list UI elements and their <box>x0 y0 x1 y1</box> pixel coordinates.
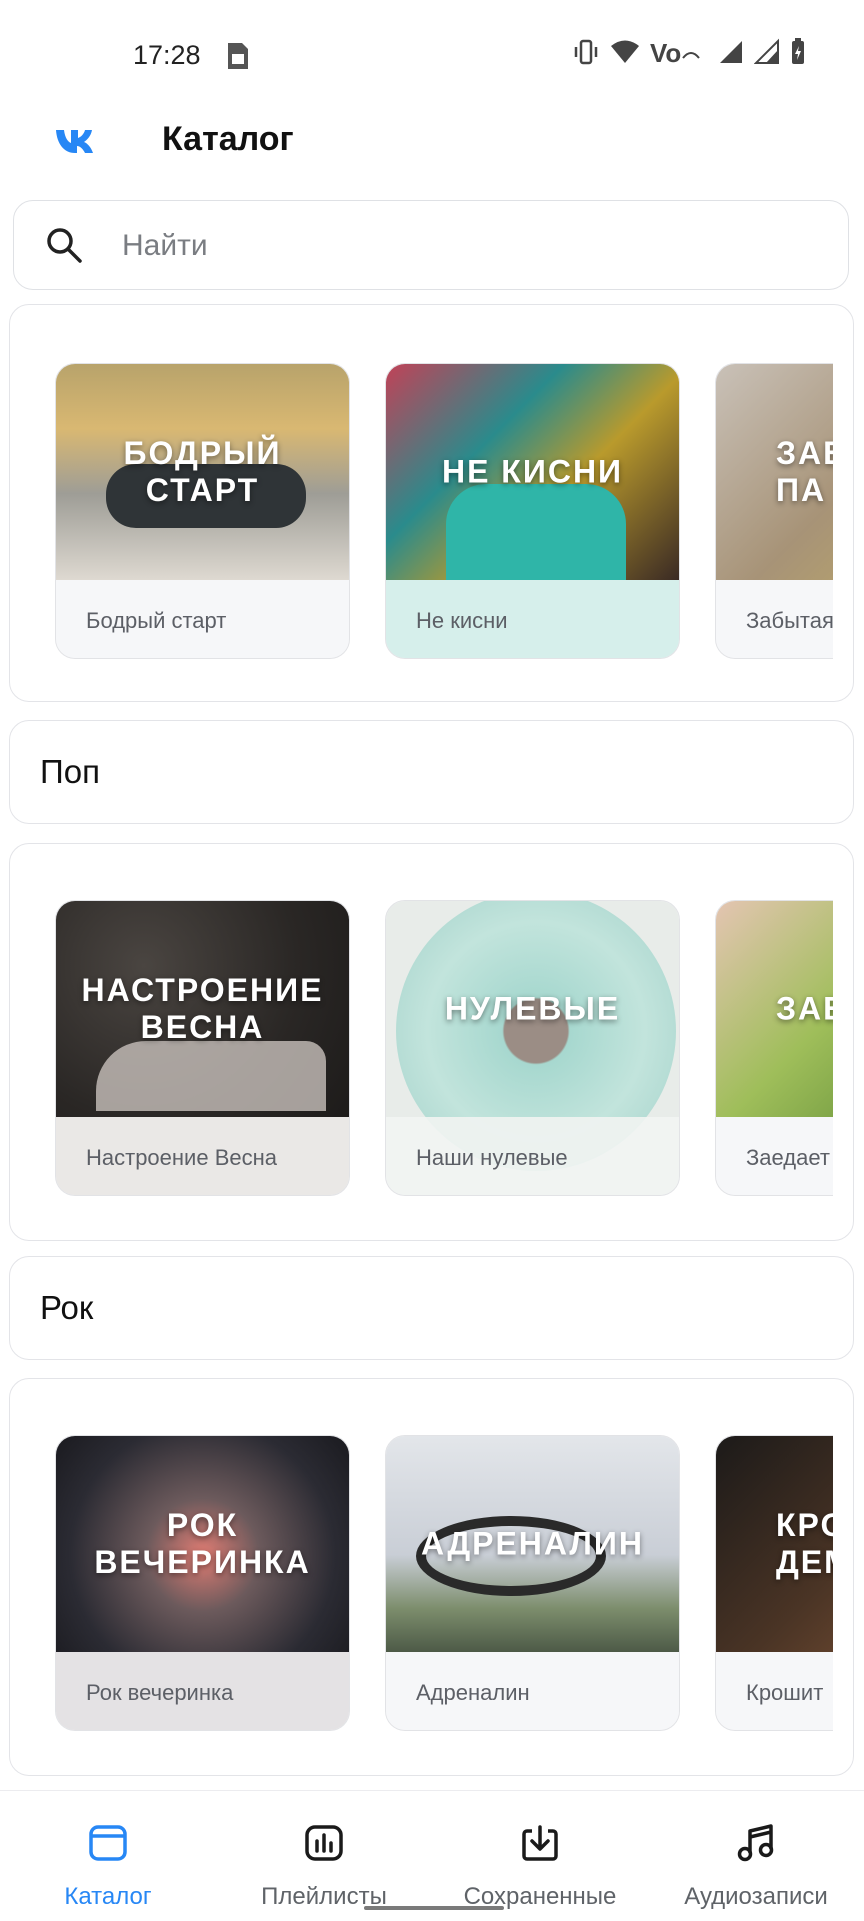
home-indicator[interactable] <box>364 1906 504 1910</box>
nav-item-audio[interactable]: Аудиозаписи <box>648 1791 864 1910</box>
cover-title: ЗАБ ПА <box>776 435 833 508</box>
cards-carousel[interactable]: БОДРЫЙ СТАРТ Бодрый старт НЕ КИСНИ Не ки… <box>55 363 833 659</box>
nav-label: Каталог <box>64 1883 152 1910</box>
playlist-card[interactable]: АДРЕНАЛИН Адреналин <box>385 1435 680 1731</box>
bottom-navigation: Каталог Плейлисты Сохраненные Аудиозапис… <box>0 1790 864 1921</box>
playlist-section-pop: НАСТРОЕНИЕ ВЕСНА Настроение Весна НУЛЕВЫ… <box>9 843 854 1241</box>
catalog-icon <box>89 1825 127 1861</box>
download-icon <box>522 1825 558 1861</box>
cover-title: АДРЕНАЛИН <box>421 1525 644 1562</box>
card-caption: Рок вечеринка <box>56 1652 349 1730</box>
search-icon <box>47 228 82 263</box>
playlist-card[interactable]: ЗАБ ПА Забытая <box>715 363 833 659</box>
playlist-card[interactable]: ЗАЕ Заедает <box>715 900 833 1196</box>
nav-item-playlists[interactable]: Плейлисты <box>216 1791 432 1910</box>
nav-label: Аудиозаписи <box>684 1883 828 1910</box>
cover-title: НУЛЕВЫЕ <box>444 990 621 1027</box>
playlist-section-featured: БОДРЫЙ СТАРТ Бодрый старт НЕ КИСНИ Не ки… <box>9 304 854 702</box>
battery-icon <box>792 38 804 64</box>
status-bar: 17:28 Vo <box>0 0 864 110</box>
playlist-cover: АДРЕНАЛИН <box>386 1436 679 1652</box>
playlist-name: Заедает <box>746 1145 830 1170</box>
card-caption: Адреналин <box>386 1652 679 1730</box>
app-header: Каталог <box>0 112 864 172</box>
search-box[interactable] <box>13 200 849 290</box>
playlist-card[interactable]: НАСТРОЕНИЕ ВЕСНА Настроение Весна <box>55 900 350 1196</box>
card-caption: Настроение Весна <box>56 1117 349 1195</box>
genre-header-rock[interactable]: Рок <box>9 1256 854 1360</box>
playlist-name: Адреналин <box>416 1680 530 1705</box>
vk-logo-icon <box>56 130 93 153</box>
signal-icon <box>720 41 742 63</box>
signal-icon-2 <box>754 38 779 64</box>
cover-title: НЕ КИСНИ <box>441 453 624 490</box>
playlist-cover: НУЛЕВЫЕ <box>386 901 679 1171</box>
cover-title: БОДРЫЙ СТАРТ <box>123 435 282 508</box>
cover-title: КРО ДЕМ <box>776 1507 833 1580</box>
cover-title: ЗАЕ <box>776 990 833 1027</box>
page-title: Каталог <box>162 120 294 158</box>
playlist-cover: БОДРЫЙ СТАРТ <box>56 364 349 580</box>
playlist-cover: НАСТРОЕНИЕ ВЕСНА <box>56 901 349 1117</box>
card-caption: Наши нулевые <box>386 1117 679 1195</box>
svg-text:Vo: Vo <box>650 38 681 66</box>
playlist-name: Забытая <box>746 608 833 633</box>
cover-title: РОК ВЕЧЕРИНКА <box>94 1507 311 1580</box>
playlist-name: Не кисни <box>416 608 508 633</box>
playlist-section-rock: РОК ВЕЧЕРИНКА Рок вечеринка АДРЕНАЛИН Ад… <box>9 1378 854 1776</box>
card-caption: Крошит <box>716 1652 833 1730</box>
playlist-name: Рок вечеринка <box>86 1680 234 1705</box>
nav-item-saved[interactable]: Сохраненные <box>432 1791 648 1910</box>
playlist-name: Бодрый старт <box>86 608 227 633</box>
music-note-icon <box>737 1824 774 1862</box>
playlist-cover: ЗАБ ПА <box>716 364 833 580</box>
nav-item-catalog[interactable]: Каталог <box>0 1791 216 1910</box>
card-caption: Бодрый старт <box>56 580 349 658</box>
card-caption: Не кисни <box>386 580 679 658</box>
status-icons: Vo <box>572 38 806 66</box>
genre-title: Поп <box>40 753 100 790</box>
cards-carousel[interactable]: РОК ВЕЧЕРИНКА Рок вечеринка АДРЕНАЛИН Ад… <box>55 1435 833 1731</box>
cards-carousel[interactable]: НАСТРОЕНИЕ ВЕСНА Настроение Весна НУЛЕВЫ… <box>55 900 833 1196</box>
playlist-name: Наши нулевые <box>416 1145 568 1170</box>
vibrate-icon <box>574 39 598 65</box>
playlist-card[interactable]: РОК ВЕЧЕРИНКА Рок вечеринка <box>55 1435 350 1731</box>
wifi-icon <box>611 40 639 63</box>
genre-title: Рок <box>40 1289 94 1326</box>
card-caption: Заедает <box>716 1117 833 1195</box>
playlist-cover: РОК ВЕЧЕРИНКА <box>56 1436 349 1652</box>
playlist-card[interactable]: НУЛЕВЫЕ Наши нулевые <box>385 900 680 1196</box>
card-caption: Забытая <box>716 580 833 658</box>
playlist-cover: НЕ КИСНИ <box>386 364 679 580</box>
playlist-cover: КРО ДЕМ <box>716 1436 833 1652</box>
playlist-card[interactable]: НЕ КИСНИ Не кисни <box>385 363 680 659</box>
search-input[interactable] <box>120 223 824 269</box>
playlist-card[interactable]: БОДРЫЙ СТАРТ Бодрый старт <box>55 363 350 659</box>
cover-title: НАСТРОЕНИЕ ВЕСНА <box>81 972 324 1045</box>
playlist-card[interactable]: КРО ДЕМ Крошит <box>715 1435 833 1731</box>
sim-card-icon <box>228 43 248 69</box>
status-time: 17:28 <box>133 40 201 70</box>
genre-header-pop[interactable]: Поп <box>9 720 854 824</box>
playlist-cover: ЗАЕ <box>716 901 833 1117</box>
volte-icon: Vo <box>650 38 700 66</box>
playlists-icon <box>305 1825 343 1861</box>
playlist-name: Настроение Весна <box>86 1145 277 1170</box>
playlist-name: Крошит <box>746 1680 824 1705</box>
